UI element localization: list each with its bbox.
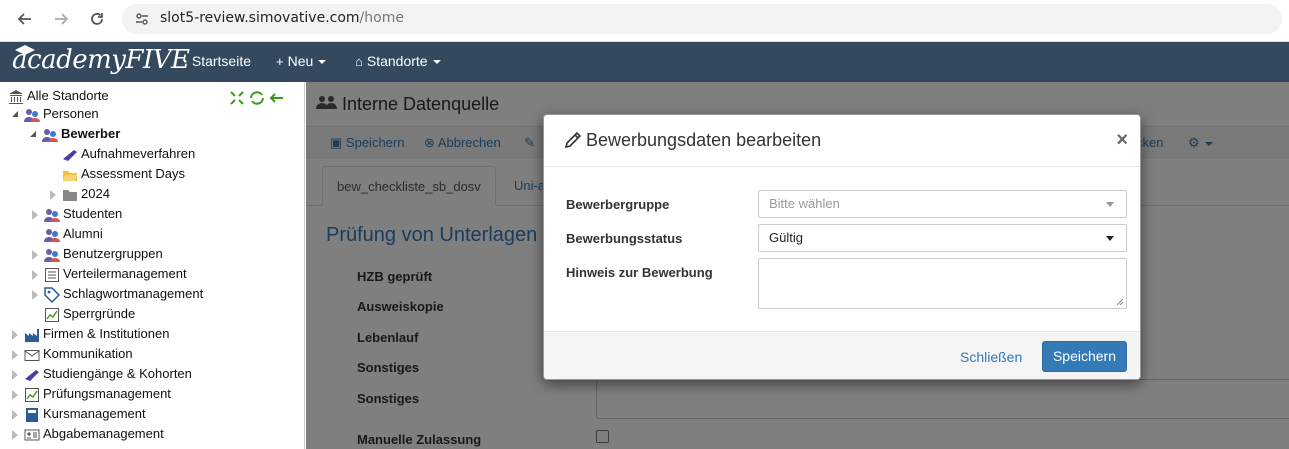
- hinweis-label: Hinweis zur Bewerbung: [566, 265, 713, 280]
- people-icon: [44, 207, 60, 223]
- tag-icon: [44, 286, 61, 303]
- people-icon: [42, 127, 58, 143]
- modal-footer: Schließen Speichern: [544, 331, 1140, 379]
- tree-item-aufnahmeverfahren[interactable]: Aufnahmeverfahren: [62, 144, 195, 164]
- id-card-icon: [24, 427, 40, 443]
- tree-collapsed-icon[interactable]: [12, 369, 18, 380]
- back-arrow-icon[interactable]: [12, 8, 38, 34]
- chart-icon: [44, 307, 60, 323]
- address-bar[interactable]: slot5-review.simovative.com/home: [122, 4, 1282, 34]
- tree-item-2024[interactable]: 2024: [50, 184, 110, 204]
- dashboard-icon: ◔: [180, 54, 188, 69]
- resize-handle-icon[interactable]: [1116, 298, 1124, 306]
- tree-item-kommunikation[interactable]: Kommunikation: [12, 344, 133, 364]
- caret-down-icon: [432, 60, 441, 65]
- tree-collapsed-icon[interactable]: [12, 349, 18, 360]
- tree-collapsed-icon[interactable]: [50, 189, 56, 200]
- chart-icon: [24, 387, 40, 403]
- tree-item-kursmanagement[interactable]: Kursmanagement: [12, 404, 146, 424]
- tree-item-alumni[interactable]: Alumni: [44, 224, 103, 244]
- tree-item-firmen[interactable]: Firmen & Institutionen: [12, 324, 169, 344]
- close-button[interactable]: Schließen: [960, 349, 1022, 365]
- chevron-down-icon: [1106, 202, 1114, 207]
- tree-item-pruefungsmanagement[interactable]: Prüfungsmanagement: [12, 384, 171, 404]
- tree-expanded-icon[interactable]: [30, 130, 36, 137]
- envelope-icon: [24, 347, 40, 363]
- hinweis-textarea[interactable]: [758, 258, 1127, 309]
- brand-logo[interactable]: academyFIVE: [12, 45, 190, 79]
- browser-toolbar: slot5-review.simovative.com/home: [0, 0, 1289, 42]
- people-icon: [44, 227, 60, 243]
- institution-icon: [8, 89, 24, 105]
- tree-item-abgabemanagement[interactable]: Abgabemanagement: [12, 424, 164, 444]
- forward-arrow-icon[interactable]: [48, 8, 74, 34]
- factory-icon: [24, 327, 40, 343]
- graduation-cap-icon: [24, 367, 40, 383]
- tree-collapsed-icon[interactable]: [32, 269, 38, 280]
- tree-expanded-icon[interactable]: [12, 110, 18, 117]
- tree-collapsed-icon[interactable]: [12, 329, 18, 340]
- folder-icon: [62, 187, 78, 203]
- bewerbungsstatus-label: Bewerbungsstatus: [566, 231, 683, 246]
- app-navbar: academyFIVE ◔ Startseite + Neu ⌂ Standorte: [0, 42, 1289, 82]
- chevron-down-icon: [1106, 236, 1114, 241]
- people-icon: [24, 107, 40, 123]
- tree-item-benutzergruppen[interactable]: Benutzergruppen: [32, 244, 163, 264]
- graduation-cap-icon: [62, 147, 78, 163]
- expand-all-icon[interactable]: [230, 91, 244, 105]
- reload-icon[interactable]: [84, 8, 110, 34]
- tree-collapsed-icon[interactable]: [12, 409, 18, 420]
- pencil-icon: [564, 131, 582, 149]
- tree-item-schlagwortmanagement[interactable]: Schlagwortmanagement: [32, 284, 203, 304]
- nav-standorte[interactable]: ⌂ Standorte: [355, 53, 441, 69]
- bewerbungsstatus-select[interactable]: Gültig: [758, 224, 1127, 252]
- collapse-sidebar-icon[interactable]: [269, 93, 283, 103]
- tree-collapsed-icon[interactable]: [32, 249, 38, 260]
- tree-collapsed-icon[interactable]: [12, 389, 18, 400]
- tree-collapsed-icon[interactable]: [12, 429, 18, 440]
- nav-neu[interactable]: + Neu: [276, 53, 327, 69]
- close-icon[interactable]: ×: [1116, 129, 1128, 151]
- modal-title: Bewerbungsdaten bearbeiten: [586, 130, 822, 150]
- bewerbergruppe-select[interactable]: Bitte wählen: [758, 190, 1127, 218]
- tree-item-personen[interactable]: Personen: [12, 104, 99, 124]
- save-button[interactable]: Speichern: [1042, 341, 1127, 372]
- modal-header: Bewerbungsdaten bearbeiten ×: [544, 115, 1140, 167]
- bewerbergruppe-label: Bewerbergruppe: [566, 197, 670, 212]
- tree-item-bewerber[interactable]: Bewerber: [30, 124, 120, 144]
- tree-collapsed-icon[interactable]: [32, 289, 38, 300]
- tree-tools: [229, 90, 285, 106]
- tree-item-verteilermanagement[interactable]: Verteilermanagement: [32, 264, 187, 284]
- nav-startseite[interactable]: ◔ Startseite: [180, 53, 251, 69]
- list-icon: [44, 267, 60, 283]
- plus-icon: +: [276, 54, 284, 69]
- tree-item-studenten[interactable]: Studenten: [32, 204, 122, 224]
- site-settings-icon[interactable]: [134, 11, 150, 27]
- people-icon: [44, 247, 60, 263]
- folder-open-icon: [62, 167, 78, 183]
- book-icon: [24, 407, 40, 423]
- sidebar-tree: Alle Standorte Personen Bewerber Aufnahm…: [0, 82, 305, 449]
- url-text: slot5-review.simovative.com/home: [160, 10, 404, 26]
- tree-collapsed-icon[interactable]: [32, 209, 38, 220]
- refresh-icon[interactable]: [250, 91, 264, 105]
- home-icon: ⌂: [355, 54, 363, 69]
- edit-application-modal: Bewerbungsdaten bearbeiten × Bewerbergru…: [543, 114, 1141, 380]
- tree-item-alle-standorte[interactable]: Alle Standorte: [8, 86, 109, 106]
- tree-item-assessment-days[interactable]: Assessment Days: [62, 164, 185, 184]
- tree-item-studiengaenge[interactable]: Studiengänge & Kohorten: [12, 364, 192, 384]
- tree-item-sperrgruende[interactable]: Sperrgründe: [44, 304, 135, 324]
- caret-down-icon: [318, 60, 327, 65]
